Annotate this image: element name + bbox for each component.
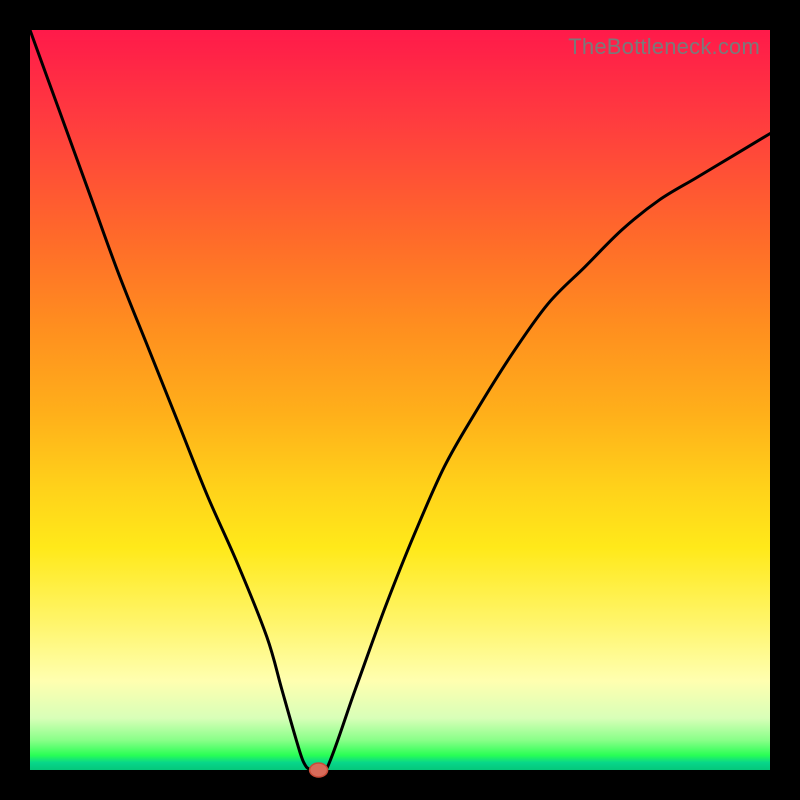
plot-area: TheBottleneck.com bbox=[30, 30, 770, 770]
bottleneck-curve bbox=[30, 30, 770, 770]
curve-path bbox=[30, 30, 770, 776]
chart-frame: TheBottleneck.com bbox=[0, 0, 800, 800]
marker bbox=[310, 763, 328, 777]
